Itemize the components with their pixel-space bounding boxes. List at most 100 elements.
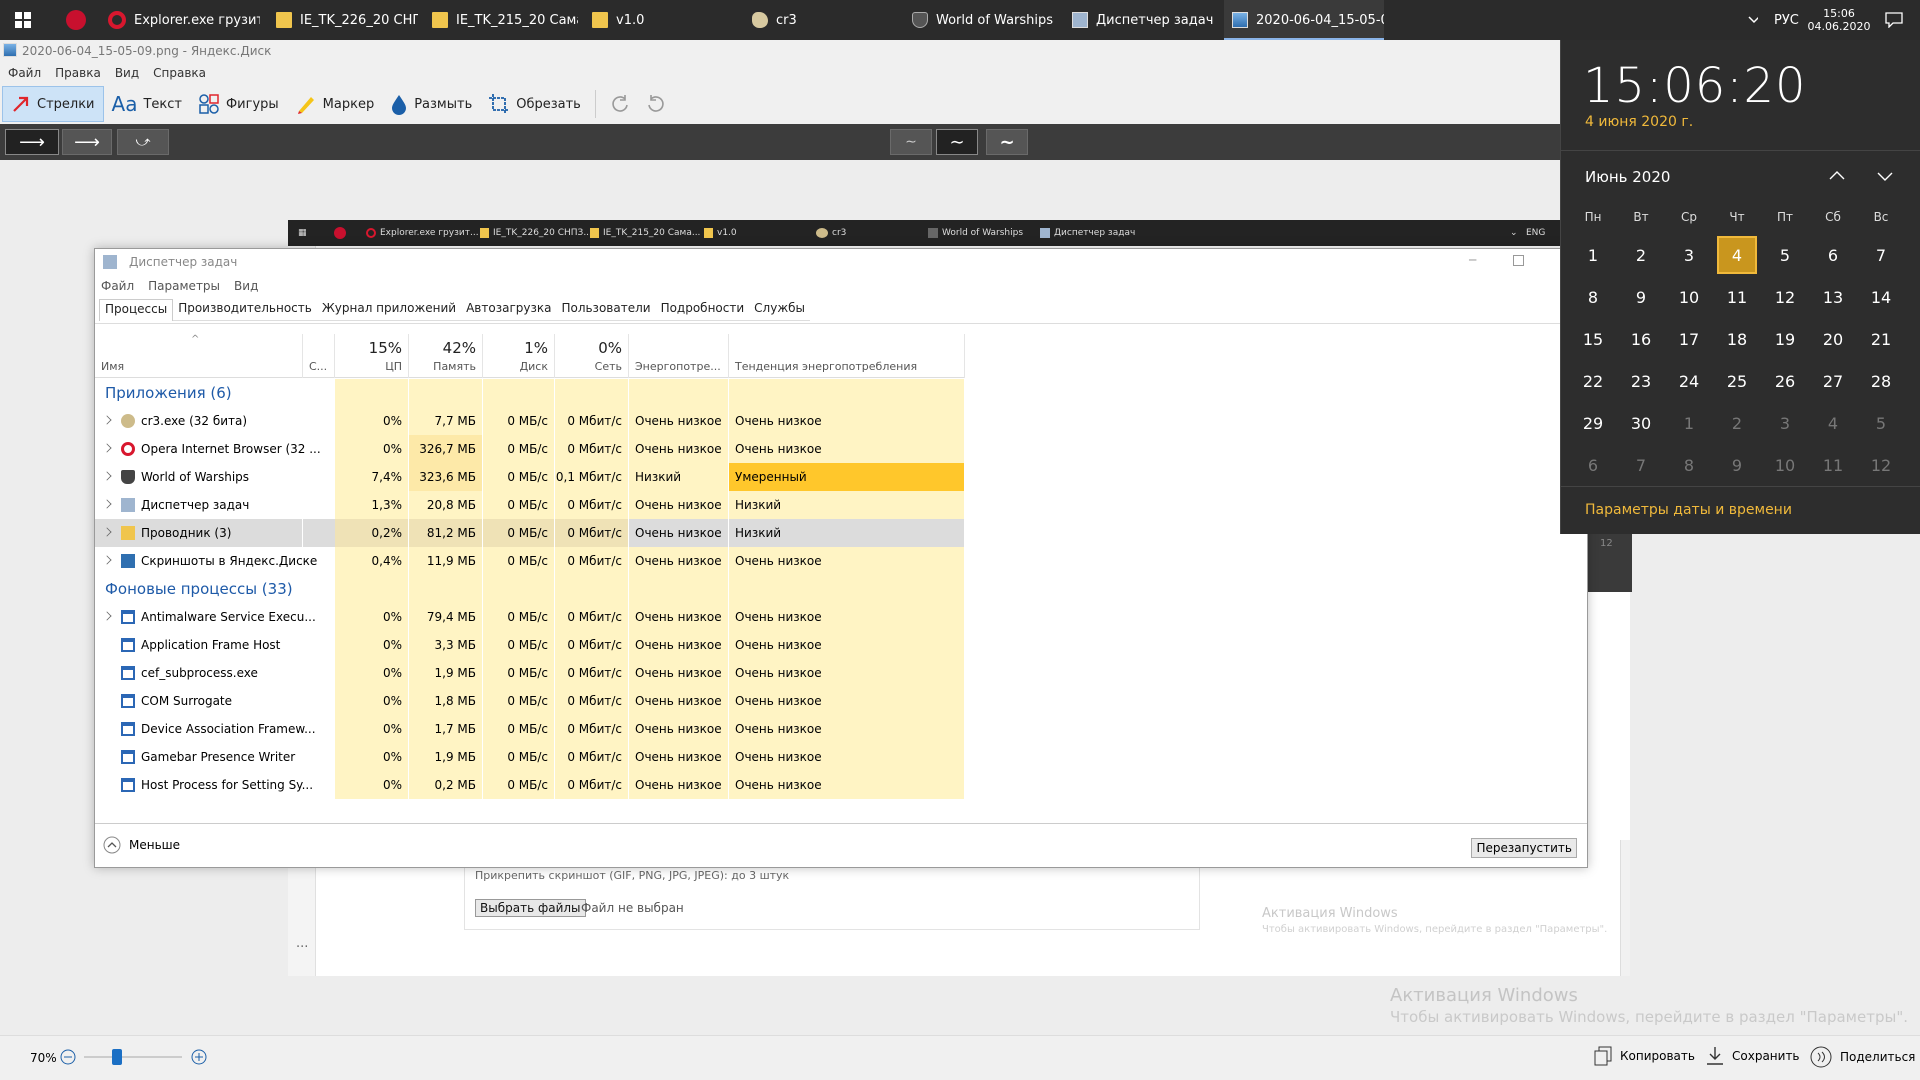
calendar-day[interactable]: 6	[1811, 236, 1855, 274]
calendar-day[interactable]: 27	[1811, 362, 1855, 400]
calendar-day[interactable]: 12	[1763, 278, 1807, 316]
menu-edit[interactable]: Правка	[55, 66, 101, 80]
calendar-day[interactable]: 26	[1763, 362, 1807, 400]
fewer-details-button[interactable]: Меньше	[103, 836, 180, 854]
calendar-day[interactable]: 25	[1715, 362, 1759, 400]
process-row[interactable]: Диспетчер задач 1,3% 20,8 МБ 0 МБ/с 0 Мбит/с…	[95, 491, 965, 519]
tab-performance[interactable]: Производительность	[173, 299, 317, 321]
taskbar-item-1[interactable]: Explorer.exe грузит...	[100, 0, 260, 40]
line-medium[interactable]: ∼	[936, 129, 978, 155]
calendar-day[interactable]: 23	[1619, 362, 1663, 400]
calendar-day[interactable]: 19	[1763, 320, 1807, 358]
redo-button[interactable]	[638, 86, 674, 122]
calendar-day[interactable]: 4	[1811, 404, 1855, 442]
process-row[interactable]: Скриншоты в Яндекс.Диске 0,4% 11,9 МБ 0 МБ/…	[95, 547, 965, 575]
taskbar-item-3[interactable]: IE_TK_215_20 Сама...	[424, 0, 578, 40]
calendar-day[interactable]: 11	[1811, 446, 1855, 484]
previous-month-chevron-up-icon[interactable]	[1829, 170, 1845, 180]
calendar-day[interactable]: 29	[1571, 404, 1615, 442]
calendar-day[interactable]: 21	[1859, 320, 1903, 358]
calendar-day[interactable]: 8	[1667, 446, 1711, 484]
tool-text[interactable]: Aa Текст	[104, 86, 190, 122]
calendar-day[interactable]: 8	[1571, 278, 1615, 316]
tab-startup[interactable]: Автозагрузка	[461, 299, 557, 321]
pinned-opera-gx[interactable]	[58, 0, 94, 40]
tm-menu-options[interactable]: Параметры	[148, 279, 220, 293]
next-month-chevron-down-icon[interactable]	[1877, 172, 1893, 182]
arrow-style-curved[interactable]: ⤻	[117, 129, 169, 155]
tool-marker[interactable]: Маркер	[287, 86, 383, 122]
calendar-day[interactable]: 16	[1619, 320, 1663, 358]
tool-shapes[interactable]: Фигуры	[190, 86, 287, 122]
zoom-in-icon[interactable]	[191, 1049, 207, 1065]
share-button[interactable]: Поделиться	[1810, 1046, 1915, 1068]
tm-menu-view[interactable]: Вид	[234, 279, 258, 293]
tab-details[interactable]: Подробности	[655, 299, 750, 321]
process-row[interactable]: Проводник (3) 0,2% 81,2 МБ 0 МБ/с 0 Мбит/с Оч…	[95, 519, 965, 547]
expand-chevron-icon[interactable]	[102, 499, 112, 509]
process-row[interactable]: COM Surrogate 0% 1,8 МБ 0 МБ/с 0 Мбит/с Очень…	[95, 687, 965, 715]
calendar-day[interactable]: 9	[1715, 446, 1759, 484]
tool-blur[interactable]: Размыть	[382, 86, 480, 122]
calendar-day[interactable]: 5	[1763, 236, 1807, 274]
language-indicator[interactable]: РУС	[1766, 0, 1804, 40]
process-row[interactable]: World of Warships 7,4% 323,6 МБ 0 МБ/с 0,1 М…	[95, 463, 965, 491]
menu-view[interactable]: Вид	[115, 66, 139, 80]
taskbar-item-6[interactable]: World of Warships	[904, 0, 1054, 40]
expand-chevron-icon[interactable]	[102, 555, 112, 565]
calendar-day[interactable]: 15	[1571, 320, 1615, 358]
start-button[interactable]	[0, 0, 46, 40]
process-row[interactable]: Opera Internet Browser (32 ... 0% 326,7 МБ…	[95, 435, 965, 463]
taskbar-clock[interactable]: 15:06 04.06.2020	[1806, 0, 1872, 40]
calendar-day[interactable]: 30	[1619, 404, 1663, 442]
zoom-slider-thumb[interactable]	[112, 1049, 122, 1065]
process-row[interactable]: cef_subprocess.exe 0% 1,9 МБ 0 МБ/с 0 Мбит/с…	[95, 659, 965, 687]
col-memory[interactable]: 42% Память	[409, 334, 483, 378]
calendar-day[interactable]: 10	[1667, 278, 1711, 316]
minimize-button[interactable]: ─	[1469, 253, 1476, 267]
calendar-day[interactable]: 5	[1859, 404, 1903, 442]
arrow-style-straight[interactable]: ⟶	[5, 129, 59, 155]
undo-button[interactable]	[602, 86, 638, 122]
save-button[interactable]: Сохранить	[1706, 1046, 1800, 1066]
calendar-day[interactable]: 20	[1811, 320, 1855, 358]
expand-chevron-icon[interactable]	[102, 527, 112, 537]
calendar-day[interactable]: 10	[1763, 446, 1807, 484]
calendar-day[interactable]: 6	[1571, 446, 1615, 484]
expand-chevron-icon[interactable]	[102, 471, 112, 481]
col-power[interactable]: Энергопотре...	[629, 334, 729, 378]
tool-crop[interactable]: Обрезать	[480, 86, 589, 122]
taskbar-item-7[interactable]: Диспетчер задач	[1064, 0, 1214, 40]
taskbar-item-5[interactable]: cr3	[744, 0, 894, 40]
process-row[interactable]: Host Process for Setting Sy... 0% 0,2 МБ 0 …	[95, 771, 965, 799]
tab-services[interactable]: Службы	[749, 299, 811, 321]
process-row[interactable]: Gamebar Presence Writer 0% 1,9 МБ 0 МБ/с 0 М…	[95, 743, 965, 771]
process-row[interactable]: Device Association Framew... 0% 1,7 МБ 0 МБ…	[95, 715, 965, 743]
menu-help[interactable]: Справка	[153, 66, 206, 80]
taskbar-item-2[interactable]: IE_TK_226_20 СНПЗ...	[268, 0, 418, 40]
calendar-day[interactable]: 13	[1811, 278, 1855, 316]
process-row[interactable]: cr3.exe (32 бита) 0% 7,7 МБ 0 МБ/с 0 Мбит/с О…	[95, 407, 965, 435]
calendar-day[interactable]: 17	[1667, 320, 1711, 358]
taskbar-item-4[interactable]: v1.0	[584, 0, 734, 40]
calendar-day[interactable]: 9	[1619, 278, 1663, 316]
menu-file[interactable]: Файл	[8, 66, 41, 80]
process-row[interactable]: Antimalware Service Execu... 0% 79,4 МБ 0 М…	[95, 603, 965, 631]
tray-overflow-chevron-icon[interactable]	[1740, 0, 1766, 40]
taskbar-item-8[interactable]: 2020-06-04_15-05-0...	[1224, 0, 1384, 40]
tab-processes[interactable]: Процессы	[99, 299, 174, 321]
col-status[interactable]: С...	[303, 334, 335, 378]
calendar-day[interactable]: 2	[1715, 404, 1759, 442]
col-disk[interactable]: 1% Диск	[483, 334, 555, 378]
calendar-day[interactable]: 18	[1715, 320, 1759, 358]
tab-users[interactable]: Пользователи	[556, 299, 656, 321]
calendar-day[interactable]: 3	[1667, 236, 1711, 274]
expand-chevron-icon[interactable]	[102, 443, 112, 453]
choose-files-button[interactable]: Выбрать файлы	[475, 899, 586, 917]
calendar-day[interactable]: 7	[1859, 236, 1903, 274]
clock-date-link[interactable]: 4 июня 2020 г.	[1585, 114, 1693, 130]
col-power-trend[interactable]: Тенденция энергопотребления	[729, 334, 965, 378]
restart-button[interactable]: Перезапустить	[1471, 838, 1577, 858]
calendar-day[interactable]: 28	[1859, 362, 1903, 400]
calendar-day[interactable]: 7	[1619, 446, 1663, 484]
